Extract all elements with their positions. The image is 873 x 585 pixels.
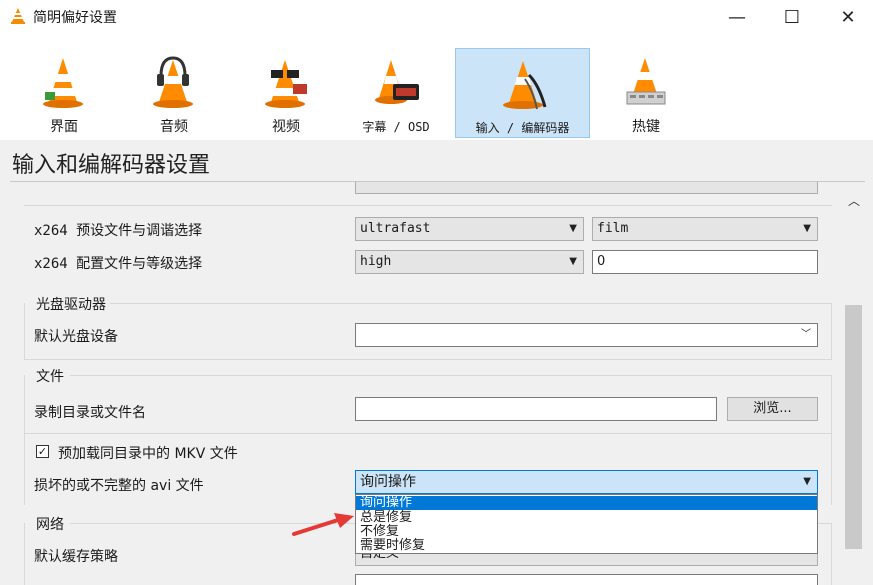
section-heading: 输入和编解码器设置 <box>12 153 211 178</box>
vlc-app-icon <box>11 8 25 24</box>
clipped-input <box>355 574 818 585</box>
group-title-files: 文件 <box>36 369 64 385</box>
dropdown-option[interactable]: 不修复 <box>356 525 817 539</box>
x264-preset-label: x264 预设文件与调谐选择 <box>34 223 203 239</box>
dropdown-arrow-icon: ▼ <box>803 476 811 487</box>
combo-value: film <box>597 221 629 236</box>
combo-value: high <box>360 254 392 269</box>
group-border <box>24 523 25 585</box>
tab-interface[interactable]: 界面 <box>14 48 114 138</box>
tab-label: 音频 <box>160 119 188 135</box>
tab-label: 输入 / 编解码器 <box>475 121 570 135</box>
dropdown-option[interactable]: 总是修复 <box>356 511 817 525</box>
tab-video[interactable]: 视频 <box>236 48 336 138</box>
category-toolbar: 界面 音频 视频 字幕 / OSD 输入 / 编解码器 热键 <box>0 34 873 140</box>
window-title: 简明偏好设置 <box>33 10 117 26</box>
vlc-cone-glasses-icon <box>265 60 307 108</box>
group-border <box>110 303 832 304</box>
dropdown-option[interactable]: 需要时修复 <box>356 539 817 553</box>
x264-level-input[interactable]: 0 <box>592 250 818 274</box>
record-dir-label: 录制目录或文件名 <box>34 405 146 421</box>
vlc-cone-keyboard-icon <box>626 58 666 105</box>
dropdown-option[interactable]: 询问操作 <box>356 496 817 510</box>
title-bar: 简明偏好设置 — ☐ ✕ <box>0 0 873 34</box>
group-border <box>831 303 832 359</box>
optical-device-label: 默认光盘设备 <box>34 329 118 345</box>
annotation-arrow-icon <box>292 513 354 536</box>
x264-preset-combo[interactable]: ultrafast ▼ <box>355 217 584 241</box>
tab-label: 视频 <box>272 119 300 135</box>
vlc-cone-cables-icon <box>503 61 547 110</box>
optical-device-combo[interactable]: ﹀ <box>355 323 818 347</box>
vlc-cone-clock-icon <box>375 60 419 104</box>
scrollbar-thumb[interactable] <box>845 305 862 549</box>
group-border <box>24 303 25 359</box>
browse-button[interactable]: 浏览... <box>727 397 818 421</box>
dropdown-arrow-icon: ▼ <box>803 223 811 234</box>
preload-mkv-label: 预加载同目录中的 MKV 文件 <box>58 446 238 462</box>
cache-policy-label: 默认缓存策略 <box>34 549 118 565</box>
tab-subtitles-osd[interactable]: 字幕 / OSD <box>346 48 446 138</box>
tab-input-codecs[interactable]: 输入 / 编解码器 <box>455 48 590 138</box>
damaged-avi-combo[interactable]: 询问操作 ▼ <box>355 470 818 494</box>
combo-value: 询问操作 <box>360 474 416 490</box>
vlc-cone-headphones-icon <box>153 56 193 108</box>
combo-value: ultrafast <box>360 221 431 236</box>
dropdown-arrow-icon: ▼ <box>569 223 577 234</box>
record-dir-input[interactable] <box>355 397 717 421</box>
tab-label: 热键 <box>632 119 660 135</box>
group-title-network: 网络 <box>36 517 64 533</box>
vlc-cone-interface-icon <box>43 58 83 108</box>
tab-label: 字幕 / OSD <box>362 120 430 134</box>
maximize-button[interactable]: ☐ <box>767 0 817 34</box>
scroll-up-icon[interactable]: ︿ <box>843 192 865 212</box>
tab-audio[interactable]: 音频 <box>124 48 224 138</box>
clipped-combo <box>355 182 818 194</box>
x264-profile-combo[interactable]: high ▼ <box>355 250 584 274</box>
close-button[interactable]: ✕ <box>823 0 873 34</box>
preload-mkv-checkbox[interactable]: ✓ <box>36 445 49 458</box>
damaged-avi-dropdown-list: 询问操作 总是修复 不修复 需要时修复 <box>355 494 818 554</box>
tab-label: 界面 <box>50 119 78 135</box>
minimize-button[interactable]: — <box>712 0 762 34</box>
group-border <box>24 375 25 505</box>
group-border <box>70 375 832 376</box>
tab-hotkeys[interactable]: 热键 <box>596 48 696 138</box>
x264-profile-label: x264 配置文件与等级选择 <box>34 256 203 272</box>
damaged-avi-label: 损坏的或不完整的 avi 文件 <box>34 478 204 494</box>
group-title-optical: 光盘驱动器 <box>36 297 106 313</box>
group-border <box>24 359 832 360</box>
vertical-scrollbar[interactable]: ︿ <box>843 182 865 585</box>
dropdown-arrow-icon: ▼ <box>569 256 577 267</box>
group-divider <box>24 205 832 206</box>
x264-tune-combo[interactable]: film ▼ <box>592 217 818 241</box>
group-border <box>831 375 832 505</box>
group-divider <box>24 433 832 434</box>
group-border <box>831 523 832 585</box>
chevron-down-icon: ﹀ <box>801 329 811 340</box>
